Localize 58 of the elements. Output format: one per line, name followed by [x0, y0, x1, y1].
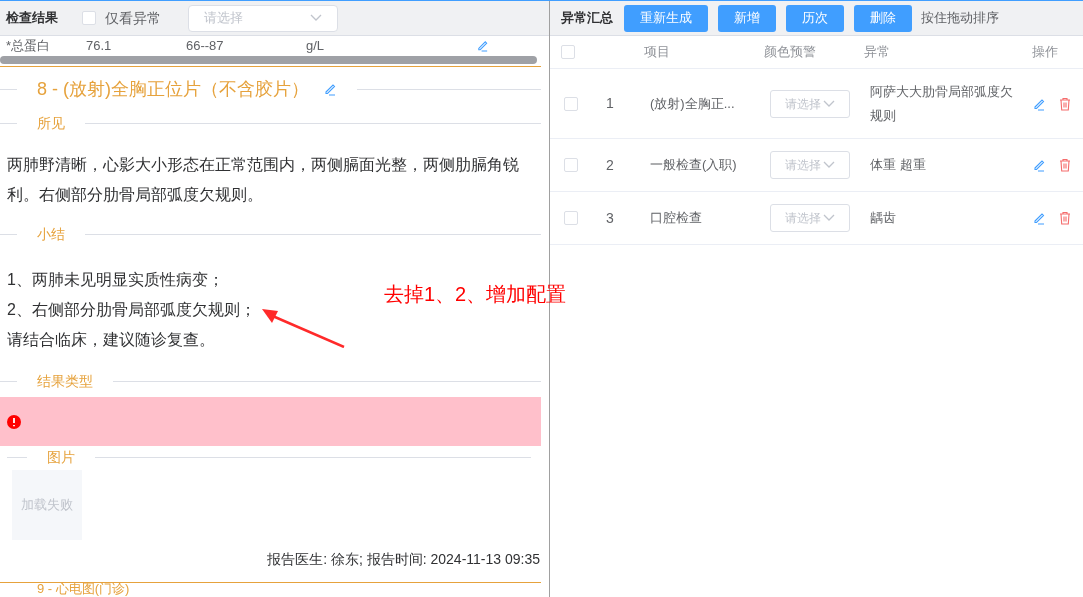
toolbar-button[interactable]: 历次 [786, 4, 844, 32]
table-cell-text: 阿萨大大肋骨局部弧度欠规则 [870, 82, 1014, 125]
table-cell-text: (放射)全胸正... [650, 94, 736, 113]
exam-title: 9 - 心电图(门诊) [36, 583, 131, 595]
panel-title: 异常汇总 [561, 9, 613, 28]
table-cell-text: 66--87 [186, 38, 225, 52]
table-cell-text: g/L [306, 38, 326, 52]
select-all-checkbox[interactable] [561, 45, 575, 59]
toolbar-button[interactable]: 删除 [854, 4, 912, 32]
edit-icon[interactable] [1032, 158, 1046, 172]
delete-icon[interactable] [1058, 96, 1072, 111]
table-cell-text: 体重 超重 [870, 156, 927, 174]
section-label: 小结 [36, 224, 66, 244]
caret-icon [310, 14, 322, 22]
row-checkbox[interactable] [564, 158, 578, 172]
table-cell-text: *总蛋白 [5, 38, 52, 52]
caret-icon [823, 214, 835, 222]
column-header: 项目 [644, 43, 671, 62]
table-cell-text: 一般检查(入职) [650, 156, 738, 175]
summary-line: 2、右侧部分肋骨局部弧度欠规则； [7, 300, 256, 320]
findings-text: 两肺野清晰，心影大小形态在正常范围内，两侧膈面光整，两侧肋膈角锐利。右侧部分肋骨局部弧度欠规则。 [7, 155, 520, 205]
checkbox-label[interactable]: 仅看异常 [105, 7, 161, 29]
column-header: 颜色预警 [764, 43, 817, 62]
toolbar-button[interactable]: 新增 [718, 4, 776, 32]
table-cell-text: 1 [606, 94, 615, 113]
report-info: 报告医生: 徐东; 报告时间: 2024-11-13 09:35 [267, 550, 540, 569]
section-label: 结果类型 [36, 371, 94, 391]
summary-line: 请结合临床，建议随诊复查。 [7, 330, 215, 350]
table-cell-text: 口腔检查 [650, 209, 703, 228]
table-cell-text: 3 [606, 208, 615, 228]
annotation-text: 去掉1、2、增加配置 [384, 282, 567, 307]
edit-icon[interactable] [476, 38, 489, 52]
caret-icon [823, 161, 835, 169]
color-select[interactable]: 请选择 [770, 89, 850, 118]
exam-title: 8 - (放射)全胸正位片（不含胶片） [36, 77, 310, 101]
drag-hint: 按住拖动排序 [921, 9, 999, 28]
section-label: 图片 [46, 447, 76, 467]
table-cell-text: 2 [606, 155, 615, 175]
filter-select[interactable]: 请选择 [188, 4, 338, 32]
edit-icon[interactable] [323, 82, 337, 96]
color-select[interactable]: 请选择 [770, 204, 850, 232]
table-cell-text: 76.1 [86, 38, 113, 52]
caret-icon [823, 99, 835, 108]
color-select[interactable]: 请选择 [770, 151, 850, 179]
delete-icon[interactable] [1058, 158, 1072, 172]
summary-line: 1、两肺未见明显实质性病变； [7, 270, 224, 290]
toolbar-button[interactable]: 重新生成 [624, 4, 708, 32]
column-header: 操作 [1032, 43, 1058, 62]
delete-icon[interactable] [1058, 211, 1072, 225]
scrollbar[interactable] [0, 56, 537, 64]
table-cell-text: 龋齿 [870, 209, 897, 227]
row-checkbox[interactable] [564, 96, 578, 111]
row-checkbox[interactable] [564, 211, 578, 225]
column-header: 异常 [864, 43, 891, 62]
panel-title: 检查结果 [6, 9, 58, 28]
checkbox[interactable] [82, 11, 96, 25]
edit-icon[interactable] [1032, 211, 1046, 225]
section-label: 所见 [36, 113, 66, 133]
